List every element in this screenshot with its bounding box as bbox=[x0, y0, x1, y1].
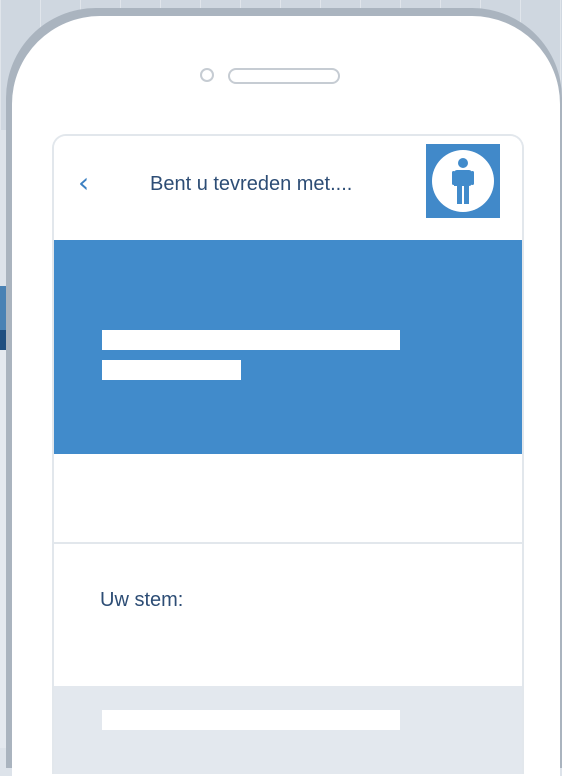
content-spacer bbox=[54, 454, 522, 542]
vote-label: Uw stem: bbox=[100, 589, 184, 611]
phone-screen: ‹ Bent u tevreden met.... Uw stem: bbox=[52, 134, 524, 774]
avatar-circle bbox=[432, 150, 494, 212]
chevron-left-icon: ‹ bbox=[78, 166, 90, 199]
app-header: ‹ Bent u tevreden met.... bbox=[54, 136, 522, 240]
camera-dot bbox=[200, 68, 214, 82]
person-icon bbox=[452, 158, 474, 204]
back-button[interactable]: ‹ bbox=[78, 166, 102, 200]
speaker-bar bbox=[228, 68, 340, 84]
hero-text-placeholder-line-1 bbox=[102, 330, 400, 350]
page-title: Bent u tevreden met.... bbox=[150, 173, 353, 195]
hero-text-placeholder-line-2 bbox=[102, 360, 241, 380]
avatar[interactable] bbox=[426, 144, 500, 218]
answer-option-band[interactable] bbox=[54, 686, 522, 774]
hero-banner bbox=[54, 240, 522, 454]
answer-text-placeholder bbox=[102, 710, 400, 730]
section-divider bbox=[54, 542, 522, 544]
